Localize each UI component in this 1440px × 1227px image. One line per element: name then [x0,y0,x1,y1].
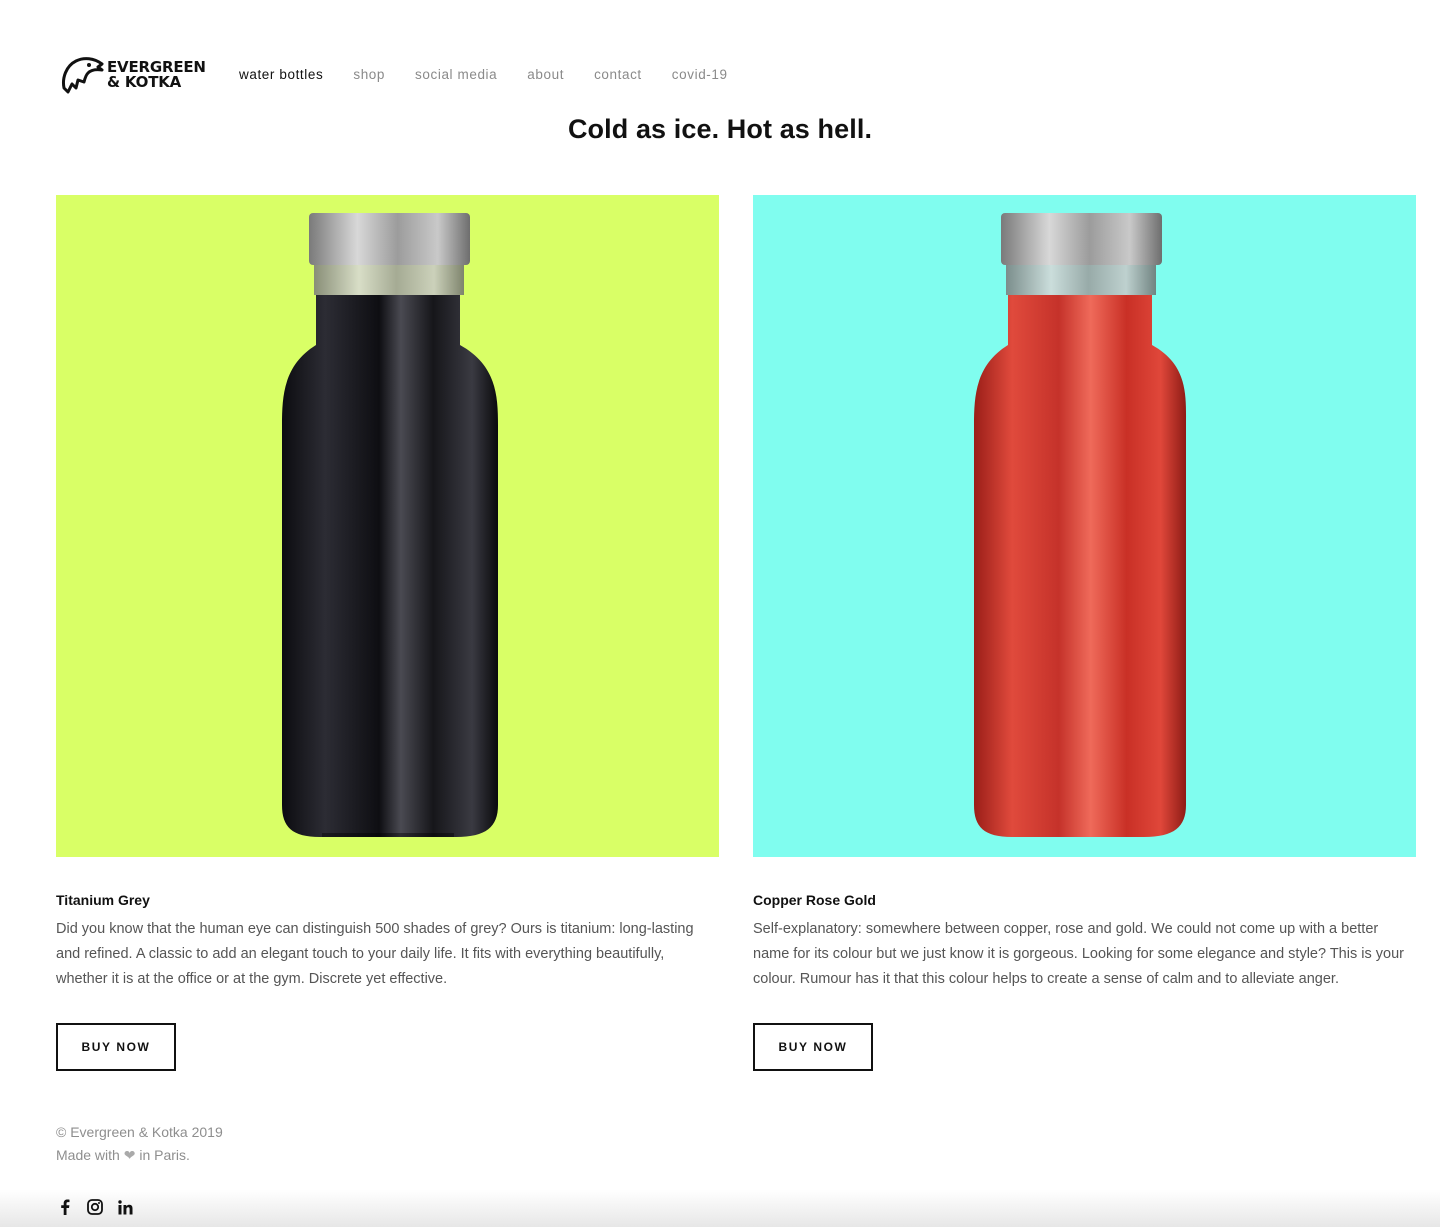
page-headline: Cold as ice. Hot as hell. [567,114,873,144]
made-suffix: in Paris. [139,1147,190,1163]
eagle-logo-icon [62,57,104,94]
nav-item-shop[interactable]: shop [353,67,385,82]
social-links [56,1198,146,1216]
facebook-icon[interactable] [56,1198,74,1216]
instagram-icon[interactable] [86,1198,104,1216]
buy-now-button[interactable]: BUY NOW [56,1023,176,1071]
product-image-titanium-grey[interactable] [56,195,719,857]
product-name: Copper Rose Gold [753,892,876,908]
nav-item-covid-19[interactable]: covid-19 [672,67,728,82]
brand-logo[interactable]: EVERGREEN & KOTKA [58,54,206,96]
product-card: Copper Rose Gold Self-explanatory: somew… [753,195,1416,1071]
site-header: EVERGREEN & KOTKA water bottles shop soc… [56,50,1416,100]
made-in-paris-text: Made with ❤ in Paris. [56,1144,223,1167]
brand-line-2: & KOTKA [107,73,182,91]
bottom-fade [0,1190,1440,1227]
nav-item-water-bottles[interactable]: water bottles [239,67,323,82]
product-image-copper-rose-gold[interactable] [753,195,1416,857]
product-description: Did you know that the human eye can dist… [56,921,694,987]
main-nav: water bottles shop social media about co… [239,67,758,82]
linkedin-icon[interactable] [116,1198,134,1216]
buy-now-button[interactable]: BUY NOW [753,1023,873,1071]
product-name: Titanium Grey [56,892,150,908]
heart-icon: ❤ [123,1147,136,1163]
product-description: Self-explanatory: somewhere between copp… [753,921,1404,987]
nav-item-contact[interactable]: contact [594,67,642,82]
copyright-text: © Evergreen & Kotka 2019 [56,1124,223,1140]
bottle-illustration [56,195,719,857]
nav-item-about[interactable]: about [527,67,564,82]
made-prefix: Made with [56,1147,120,1163]
nav-item-social-media[interactable]: social media [415,67,497,82]
site-footer: © Evergreen & Kotka 2019 Made with ❤ in … [56,1121,223,1167]
bottle-illustration [753,195,1416,857]
product-card: Titanium Grey Did you know that the huma… [56,195,719,1071]
